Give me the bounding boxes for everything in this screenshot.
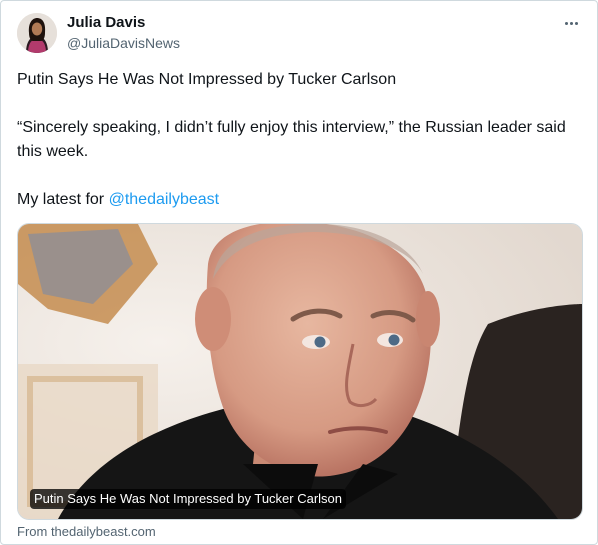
dot — [564, 21, 568, 25]
tweet-card: Julia Davis @JuliaDavisNews Putin Says H… — [0, 0, 598, 545]
more-options-icon[interactable] — [559, 13, 583, 33]
tweet-headline: Putin Says He Was Not Impressed by Tucke… — [17, 71, 397, 88]
tweet-latest: My latest for @thedailybeast — [17, 188, 577, 212]
dot — [569, 21, 573, 25]
author-name[interactable]: Julia Davis — [67, 14, 145, 31]
link-card-caption: Putin Says He Was Not Impressed by Tucke… — [30, 489, 347, 509]
avatar-image — [17, 13, 57, 53]
link-card-image[interactable]: Putin Says He Was Not Impressed by Tucke… — [17, 223, 583, 520]
author-handle[interactable]: @JuliaDavisNews — [67, 35, 180, 51]
article-photo — [18, 224, 582, 519]
avatar[interactable] — [17, 13, 57, 53]
mention-link[interactable]: @thedailybeast — [109, 191, 220, 208]
tweet-quote: “Sincerely speaking, I didn’t fully enjo… — [17, 119, 566, 160]
dot — [574, 21, 578, 25]
latest-prefix: My latest for — [17, 191, 109, 208]
link-source[interactable]: From thedailybeast.com — [17, 524, 156, 539]
